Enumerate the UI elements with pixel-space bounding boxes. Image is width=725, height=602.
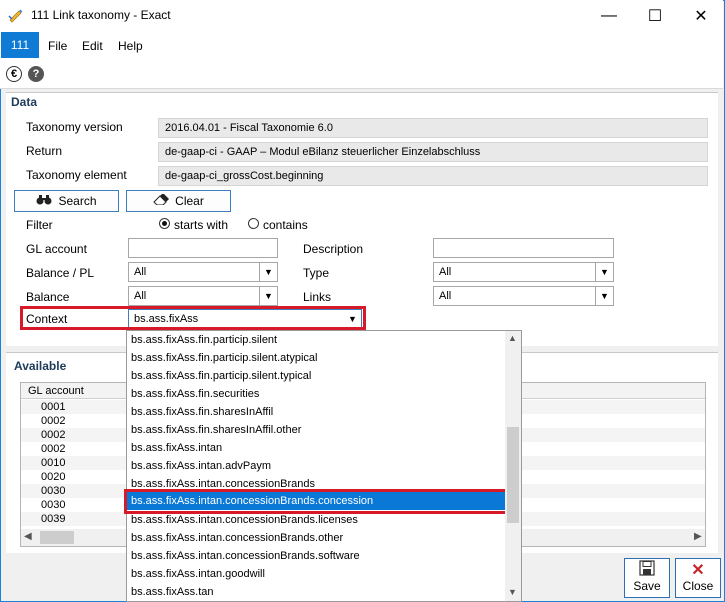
taxonomy-version-field: 2016.04.01 - Fiscal Taxonomie 6.0 xyxy=(158,118,708,138)
dropdown-scroll-thumb[interactable] xyxy=(507,427,519,523)
dropdown-option[interactable]: bs.ass.fixAss.intan xyxy=(131,439,222,457)
dropdown-option[interactable]: bs.ass.fixAss.intan.concessionBrands.sof… xyxy=(131,547,360,565)
gl-account-input[interactable] xyxy=(128,238,278,258)
dropdown-option[interactable]: bs.ass.fixAss.tan xyxy=(131,583,214,601)
menu-file[interactable]: File xyxy=(48,39,67,53)
dropdown-option[interactable]: bs.ass.fixAss.fin.particip.silent.typica… xyxy=(131,367,311,385)
links-select[interactable]: All ▼ xyxy=(433,286,614,306)
table-row[interactable]: 0002 xyxy=(41,429,65,441)
chevron-down-icon: ▼ xyxy=(259,263,277,281)
clear-button[interactable]: Clear xyxy=(126,190,231,212)
return-field: de-gaap-ci - GAAP – Modul eBilanz steuer… xyxy=(158,142,708,162)
balance-pl-select[interactable]: All ▼ xyxy=(128,262,278,282)
filter-label: Filter xyxy=(26,218,53,232)
help-icon[interactable]: ? xyxy=(28,66,44,82)
dropdown-option[interactable]: bs.ass.fixAss.fin.particip.silent.atypic… xyxy=(131,349,317,367)
search-button[interactable]: Search xyxy=(14,190,119,212)
return-label: Return xyxy=(26,144,63,158)
scroll-left-icon[interactable]: ◀ xyxy=(24,531,32,542)
table-row[interactable]: 0001 xyxy=(41,401,65,413)
chevron-down-icon: ▼ xyxy=(595,287,613,305)
maximize-button[interactable]: ☐ xyxy=(632,0,678,31)
links-value: All xyxy=(439,290,452,302)
gl-account-label: GL account xyxy=(26,242,87,256)
filter-contains-radio[interactable] xyxy=(248,218,259,229)
binoculars-icon xyxy=(36,194,52,208)
dropdown-option[interactable]: bs.ass.fixAss.fin.particip.silent xyxy=(131,331,277,349)
save-button[interactable]: Save xyxy=(624,558,670,598)
taxonomy-element-field: de-gaap-ci_grossCost.beginning xyxy=(158,166,708,186)
column-header-gl-account[interactable]: GL account xyxy=(28,385,84,397)
scroll-right-icon[interactable]: ▶ xyxy=(694,531,702,542)
available-section-title: Available xyxy=(14,359,67,373)
description-input[interactable] xyxy=(433,238,614,258)
euro-icon[interactable]: € xyxy=(6,66,22,82)
grid-scroll-thumb[interactable] xyxy=(40,531,74,544)
floppy-disk-icon xyxy=(639,560,655,579)
balance-value: All xyxy=(134,290,147,302)
dropdown-option[interactable]: bs.ass.fixAss.intan.advPaym xyxy=(131,457,271,475)
scroll-up-icon[interactable]: ▲ xyxy=(508,333,517,343)
clear-button-label: Clear xyxy=(175,194,204,208)
table-row[interactable]: 0030 xyxy=(41,499,65,511)
dropdown-option[interactable]: bs.ass.fixAss.fin.sharesInAffil.other xyxy=(131,421,301,439)
search-button-label: Search xyxy=(58,194,97,208)
balance-select[interactable]: All ▼ xyxy=(128,286,278,306)
menu-help[interactable]: Help xyxy=(118,39,143,53)
app-pencil-icon xyxy=(8,7,24,23)
table-row[interactable]: 0002 xyxy=(41,443,65,455)
data-section-title: Data xyxy=(11,95,38,109)
table-row[interactable]: 0039 xyxy=(41,513,65,525)
context-highlight-frame xyxy=(20,306,366,330)
close-button[interactable]: ✕ Close xyxy=(675,558,721,598)
close-window-button[interactable]: ✕ xyxy=(678,0,724,31)
chevron-down-icon: ▼ xyxy=(595,263,613,281)
balance-label: Balance xyxy=(26,290,70,304)
close-x-icon: ✕ xyxy=(691,562,705,579)
eraser-icon xyxy=(153,193,170,208)
scroll-down-icon[interactable]: ▼ xyxy=(508,587,517,597)
filter-starts-with-label: starts with xyxy=(174,218,229,232)
selected-option-highlight-frame xyxy=(124,489,511,514)
minimize-button[interactable]: — xyxy=(586,0,632,31)
save-button-label: Save xyxy=(633,579,661,593)
description-label: Description xyxy=(303,242,364,256)
toolbar xyxy=(0,59,723,89)
chevron-down-icon: ▼ xyxy=(259,287,277,305)
balance-pl-value: All xyxy=(134,266,147,278)
balance-pl-label: Balance / PL xyxy=(26,266,95,280)
dropdown-option[interactable]: bs.ass.fixAss.intan.concessionBrands.oth… xyxy=(131,529,343,547)
dropdown-option[interactable]: bs.ass.fixAss.fin.securities xyxy=(131,385,259,403)
dropdown-option[interactable]: bs.ass.fixAss.fin.sharesInAffil xyxy=(131,403,273,421)
table-row[interactable]: 0002 xyxy=(41,415,65,427)
table-row[interactable]: 0010 xyxy=(41,457,65,469)
links-label: Links xyxy=(303,290,332,304)
menu-edit[interactable]: Edit xyxy=(82,39,103,53)
table-row[interactable]: 0020 xyxy=(41,471,65,483)
filter-starts-with-radio[interactable] xyxy=(159,218,170,229)
filter-contains-label: contains xyxy=(263,218,308,232)
close-button-label: Close xyxy=(682,579,714,593)
type-label: Type xyxy=(303,266,330,280)
type-select[interactable]: All ▼ xyxy=(433,262,614,282)
taxonomy-version-label: Taxonomy version xyxy=(26,120,123,134)
menu-bar xyxy=(0,31,723,59)
table-row[interactable]: 0030 xyxy=(41,485,65,497)
dropdown-option[interactable]: bs.ass.fixAss.intan.goodwill xyxy=(131,565,265,583)
taxonomy-element-label: Taxonomy element xyxy=(26,168,127,182)
window-title: 111 Link taxonomy - Exact xyxy=(31,8,171,22)
app-badge[interactable]: 111 xyxy=(1,32,39,58)
type-value: All xyxy=(439,266,452,278)
